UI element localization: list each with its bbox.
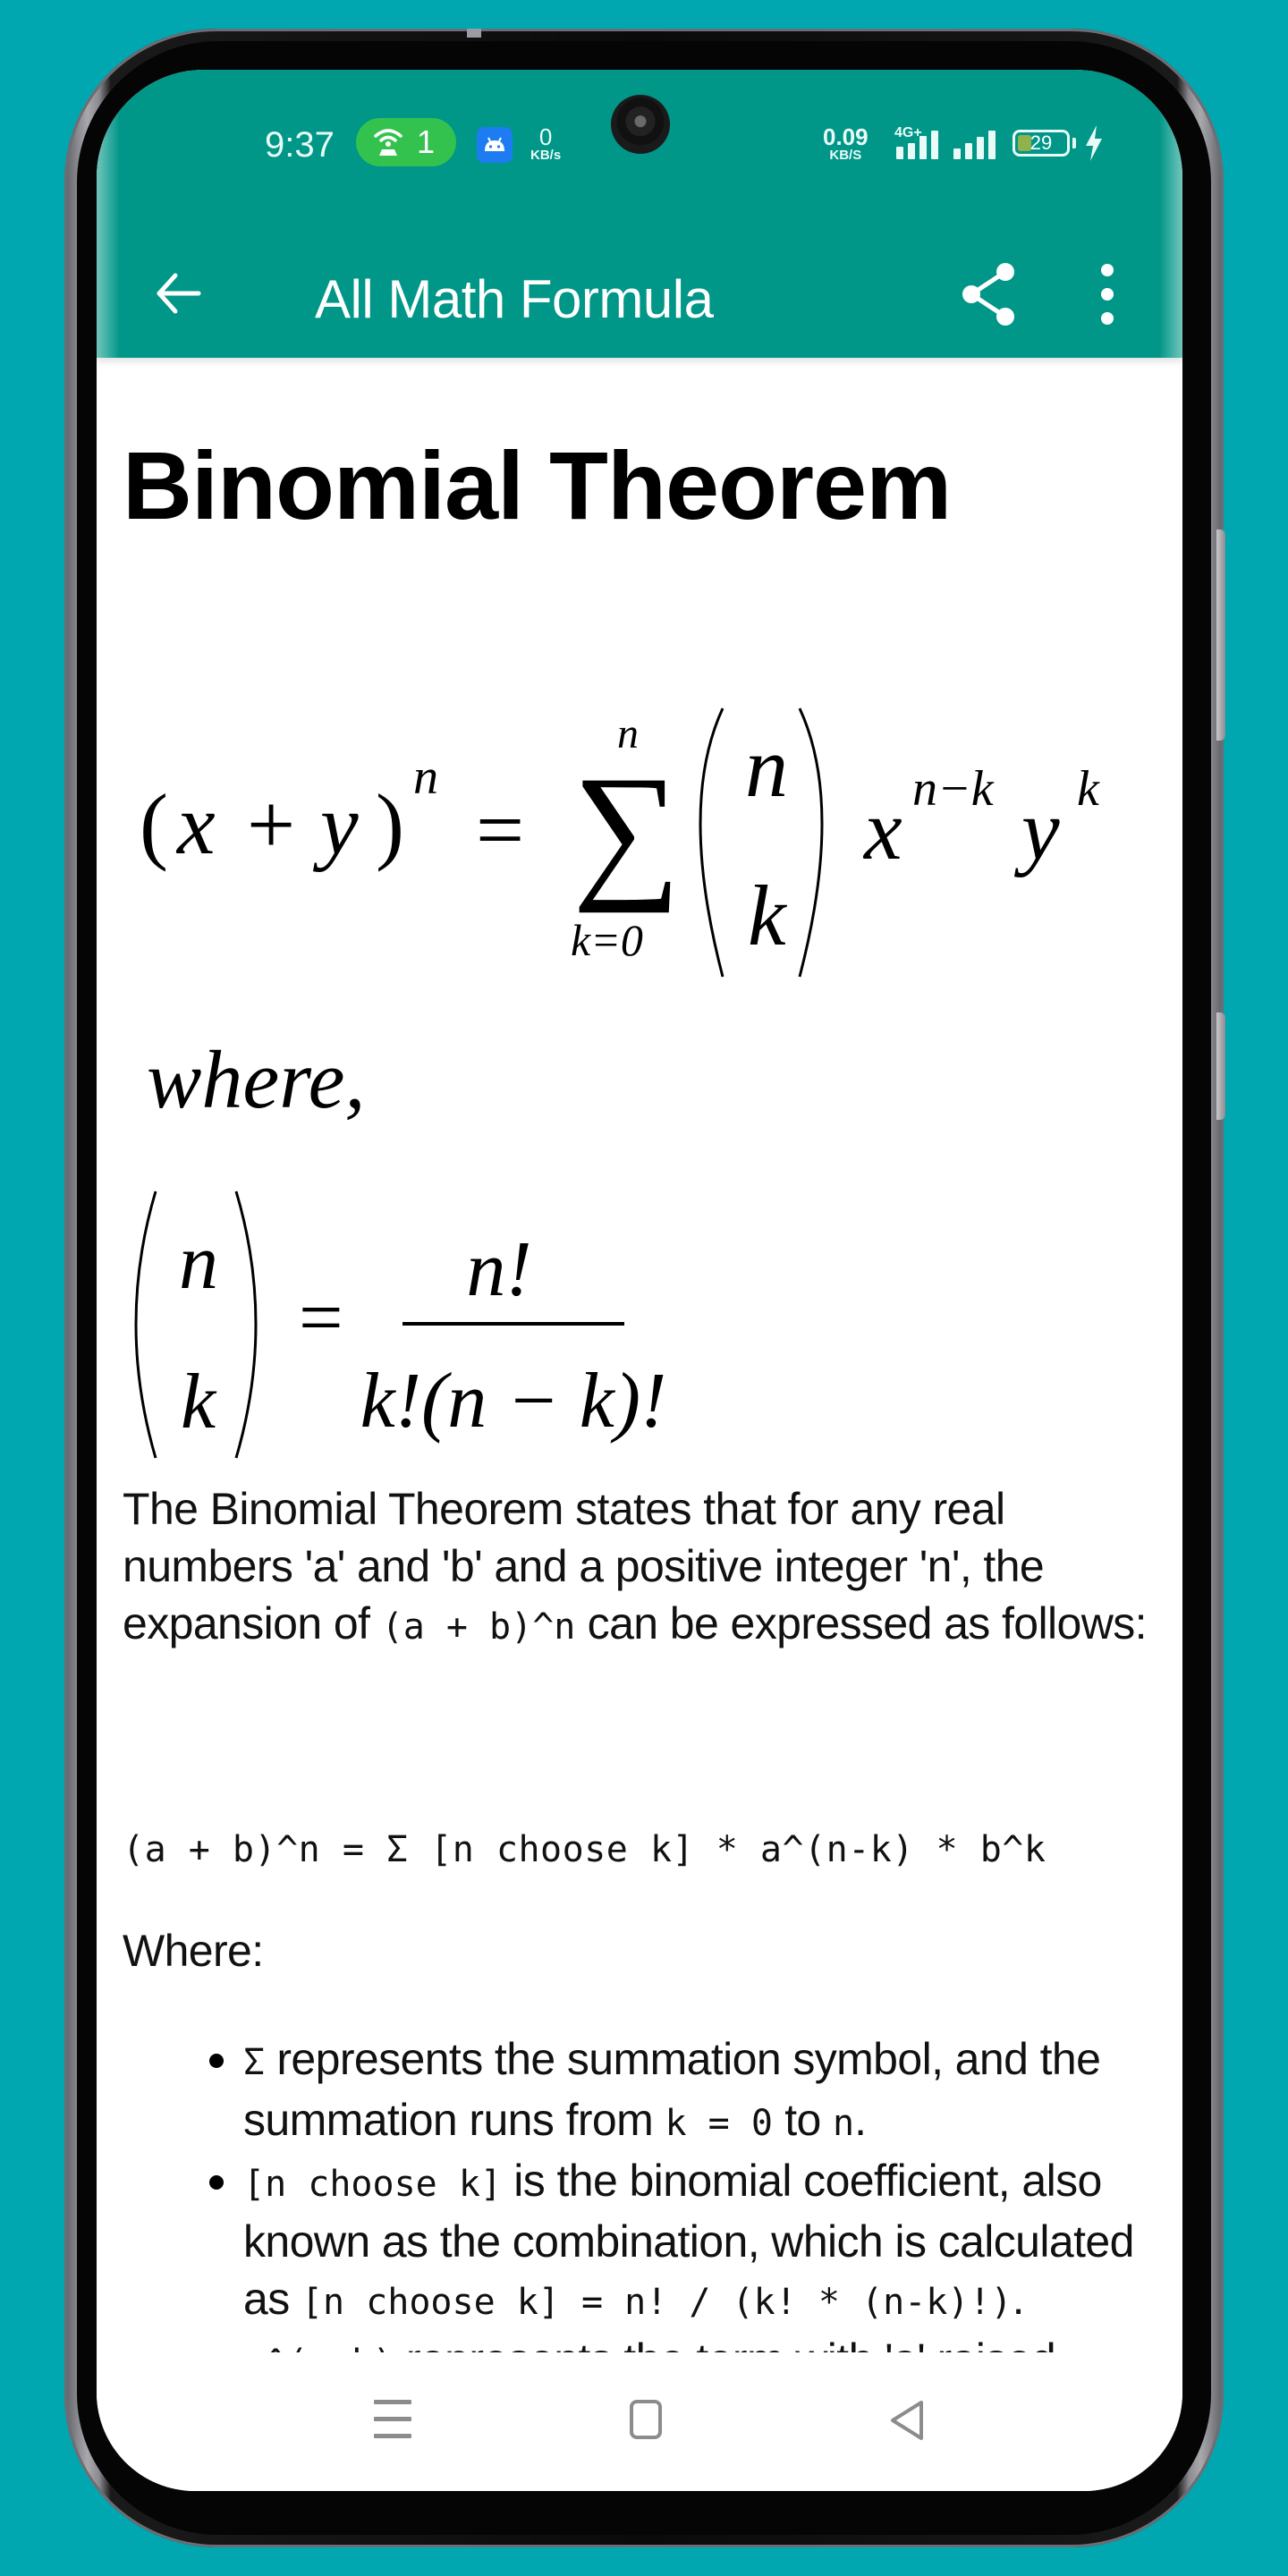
inline-code: [n choose k] = n! / (k! * (n-k)!) xyxy=(301,2282,1013,2323)
formula-lhs-open-paren: ( xyxy=(140,776,168,872)
paragraph-text: can be expressed as follows: xyxy=(575,1598,1148,1648)
speed-value: 0 xyxy=(538,123,553,150)
formula-binom-top: n xyxy=(745,719,788,815)
signal-icon xyxy=(953,131,996,159)
bullet-dot xyxy=(209,2175,224,2190)
download-speed-right: 0.09 KB/S xyxy=(823,125,869,162)
battery-percent: 29 xyxy=(1030,131,1053,154)
back-triangle-icon[interactable] xyxy=(887,2399,927,2442)
more-vertical-icon[interactable] xyxy=(1095,261,1120,327)
list-item: Σ represents the summation symbol, and t… xyxy=(123,2030,1151,2152)
formula-sum-lower: k=0 xyxy=(571,915,643,965)
hotspot-count: 1 xyxy=(417,123,436,160)
coef-binom-top: n xyxy=(179,1219,218,1306)
svg-text:y: y xyxy=(312,776,359,872)
coef-denominator: k!(n − k)! xyxy=(360,1358,667,1445)
app-bar: All Math Formula xyxy=(97,231,1182,358)
android-notification-icon xyxy=(477,127,513,163)
status-bar: 9:37 1 0 KB/s 0.09 KB/S 4G+ 29 xyxy=(97,70,1182,231)
inline-code: n xyxy=(833,2103,855,2144)
formula-where-label: where, xyxy=(147,1034,365,1125)
arrow-left-icon[interactable] xyxy=(148,265,206,322)
svg-text:+: + xyxy=(247,776,295,872)
inline-code: (a + b)^n xyxy=(381,1606,576,1648)
status-time: 9:37 xyxy=(265,125,335,165)
battery-tip xyxy=(1072,138,1076,148)
definition-list: Σ represents the summation symbol, and t… xyxy=(123,2030,1151,2352)
formula-equals: = xyxy=(476,782,524,877)
list-item: [n choose k] is the binomial coefficient… xyxy=(123,2152,1151,2331)
binomial-formula-image: ( x + y ) n = n ∑ k=0 n k x n−k y k wher… xyxy=(134,708,1100,1459)
svg-text:): ) xyxy=(376,776,404,872)
formula-x-exp: n−k xyxy=(912,761,995,817)
inline-code: Σ xyxy=(243,2042,266,2083)
speed-unit: KB/s xyxy=(530,148,562,163)
formula-lhs-exp: n xyxy=(413,750,438,805)
recents-icon[interactable] xyxy=(374,2400,411,2439)
top-bar: 9:37 1 0 KB/s 0.09 KB/S 4G+ 29 All Math … xyxy=(97,70,1182,358)
list-text: to xyxy=(772,2095,833,2145)
inline-code: [n choose k] xyxy=(243,2164,502,2205)
charging-bolt-icon xyxy=(1086,125,1102,161)
formula-lhs-base: x xyxy=(175,776,216,872)
formula-y-base: y xyxy=(1013,782,1060,877)
theorem-description: The Binomial Theorem states that for any… xyxy=(123,1480,1160,1656)
signal-icon xyxy=(896,131,938,159)
list-text: . xyxy=(1012,2274,1025,2324)
home-icon[interactable] xyxy=(630,2400,662,2439)
inline-code: k = 0 xyxy=(665,2103,773,2144)
speed-unit: KB/S xyxy=(829,148,862,163)
article-content[interactable]: Binomial Theorem ( x + y ) n = n ∑ k=0 n xyxy=(97,358,1182,2352)
front-camera xyxy=(611,95,670,154)
list-item: a^(n-k) represents the term with 'a' rai… xyxy=(123,2331,1151,2352)
list-text: . xyxy=(854,2095,867,2145)
coef-numerator: n! xyxy=(466,1226,531,1313)
hotspot-icon xyxy=(374,129,402,156)
coef-binom-bottom: k xyxy=(181,1359,217,1445)
list-text: represents the term with 'a' raised xyxy=(394,2334,1056,2352)
volume-button xyxy=(1216,530,1225,741)
hotspot-indicator[interactable]: 1 xyxy=(356,118,456,166)
speed-value: 0.09 xyxy=(823,123,869,150)
app-title: All Math Formula xyxy=(315,269,714,329)
formula-sum-symbol: ∑ xyxy=(572,745,681,913)
formula-y-exp: k xyxy=(1077,761,1100,817)
screen: 9:37 1 0 KB/s 0.09 KB/S 4G+ 29 All Math … xyxy=(97,70,1182,2491)
formula-binom-bottom: k xyxy=(748,868,788,963)
battery-icon: 29 xyxy=(1013,130,1070,157)
phone-top-seam xyxy=(467,29,481,38)
where-heading: Where: xyxy=(123,1926,264,1976)
power-button xyxy=(1216,1013,1225,1120)
download-speed-left: 0 KB/s xyxy=(530,125,561,162)
inline-code: a^(n-k) xyxy=(243,2343,394,2352)
expansion-code-line: (a + b)^n = Σ [n choose k] * a^(n-k) * b… xyxy=(123,1829,1046,1870)
formula-x-base: x xyxy=(862,782,902,877)
coef-equals: = xyxy=(299,1275,343,1361)
share-icon[interactable] xyxy=(957,261,1020,327)
bullet-dot xyxy=(209,2054,224,2068)
system-nav-bar xyxy=(97,2352,1182,2491)
